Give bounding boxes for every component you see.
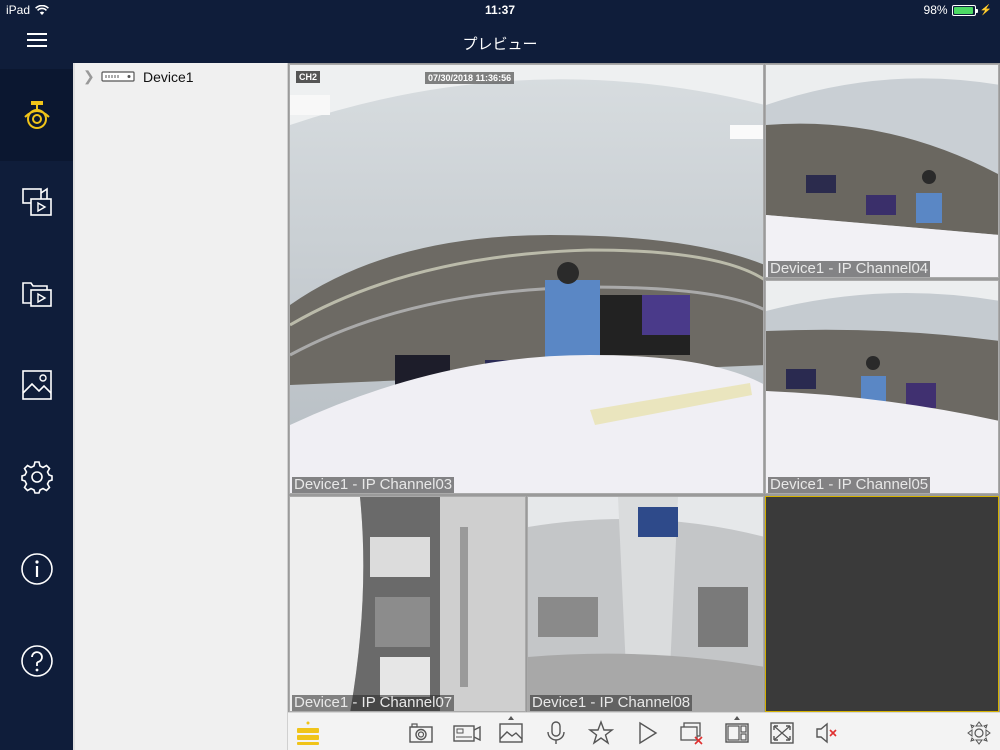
camera-feed	[766, 281, 998, 493]
channel-label: Device1 - IP Channel03	[292, 476, 455, 493]
stream-button[interactable]	[294, 719, 322, 747]
ptz-icon	[967, 721, 991, 745]
favorite-button[interactable]	[587, 719, 615, 747]
info-icon	[20, 553, 53, 585]
sidebar-item-playback[interactable]	[0, 155, 73, 247]
page-title: プレビュー	[462, 36, 538, 53]
microphone-icon	[547, 721, 565, 744]
video-grid: CH2 07/30/2018 11:36:56 Device1 - IP Cha…	[288, 63, 1000, 712]
channel-label: Device1 - IP Channel05	[768, 476, 931, 493]
battery-icon	[951, 4, 978, 16]
bottom-toolbar	[288, 712, 1000, 750]
video-cell-channel04[interactable]: Device1 - IP Channel04	[765, 64, 999, 278]
layout-button[interactable]	[723, 716, 751, 747]
record-button[interactable]	[451, 719, 483, 747]
camera-feed	[290, 65, 763, 493]
stream-icon	[297, 721, 319, 745]
device-label: Device1	[143, 68, 194, 85]
device-tree-item[interactable]: ❯ Device1	[83, 68, 194, 85]
camera-feed	[528, 497, 763, 711]
play-icon	[639, 721, 658, 745]
play-button[interactable]	[633, 719, 661, 747]
quality-button[interactable]	[497, 716, 525, 747]
sidebar-item-pictures[interactable]	[0, 339, 73, 431]
files-icon	[21, 282, 52, 307]
video-cell-channel07[interactable]: Device1 - IP Channel07	[289, 496, 526, 712]
channel-label: Device1 - IP Channel07	[292, 694, 455, 711]
sidebar-item-files[interactable]	[0, 247, 73, 339]
layout-icon	[725, 723, 749, 743]
channel-label: Device1 - IP Channel04	[768, 260, 931, 277]
help-icon	[20, 645, 53, 677]
nav-bar: プレビュー	[0, 21, 1000, 63]
camera-feed	[766, 65, 998, 277]
sidebar-item-info[interactable]	[0, 523, 73, 615]
camera-icon	[23, 101, 50, 129]
video-cell-empty-selected[interactable]	[765, 496, 999, 712]
snapshot-button[interactable]	[407, 719, 435, 747]
device-tree-panel: ❯ Device1	[73, 63, 288, 750]
caret-up-icon	[508, 716, 514, 720]
video-cell-channel05[interactable]: Device1 - IP Channel05	[765, 280, 999, 494]
video-cell-channel03[interactable]: CH2 07/30/2018 11:36:56 Device1 - IP Cha…	[289, 64, 764, 494]
status-time: 11:37	[484, 3, 516, 17]
audio-mute-button[interactable]	[813, 719, 841, 747]
caret-up-icon	[734, 716, 740, 720]
sidebar-item-settings[interactable]	[0, 431, 73, 523]
channel-label: Device1 - IP Channel08	[530, 694, 693, 711]
quality-icon	[499, 723, 523, 743]
audio-mute-icon	[816, 722, 837, 744]
favorite-icon	[588, 720, 614, 745]
dvr-device-icon	[101, 70, 135, 82]
record-icon	[453, 725, 481, 742]
close-all-button[interactable]	[678, 719, 706, 747]
osd-channel-name: CH2	[296, 71, 321, 83]
sidebar	[0, 63, 73, 750]
settings-gear-icon	[20, 461, 53, 494]
snapshot-icon	[409, 723, 433, 743]
sidebar-item-live-view[interactable]	[0, 69, 73, 161]
microphone-button[interactable]	[542, 719, 570, 747]
osd-timestamp: 07/30/2018 11:36:56	[425, 72, 515, 84]
chevron-right-icon[interactable]: ❯	[83, 68, 95, 85]
fullscreen-button[interactable]	[768, 719, 796, 747]
fullscreen-icon	[770, 722, 794, 744]
close-all-icon	[680, 722, 703, 745]
ptz-button[interactable]	[965, 719, 993, 747]
battery-percent: 98%	[923, 3, 948, 17]
camera-feed	[290, 497, 525, 711]
playback-icon	[21, 187, 52, 216]
video-cell-channel08[interactable]: Device1 - IP Channel08	[527, 496, 764, 712]
app: iPad 11:37 98% ⚡ プレビュー ❯ Device1 CH2 07/…	[0, 0, 1000, 750]
pictures-icon	[21, 370, 52, 400]
charging-icon: ⚡	[979, 4, 992, 16]
sidebar-item-help[interactable]	[0, 615, 73, 707]
status-bar: iPad 11:37 98% ⚡	[0, 0, 1000, 21]
